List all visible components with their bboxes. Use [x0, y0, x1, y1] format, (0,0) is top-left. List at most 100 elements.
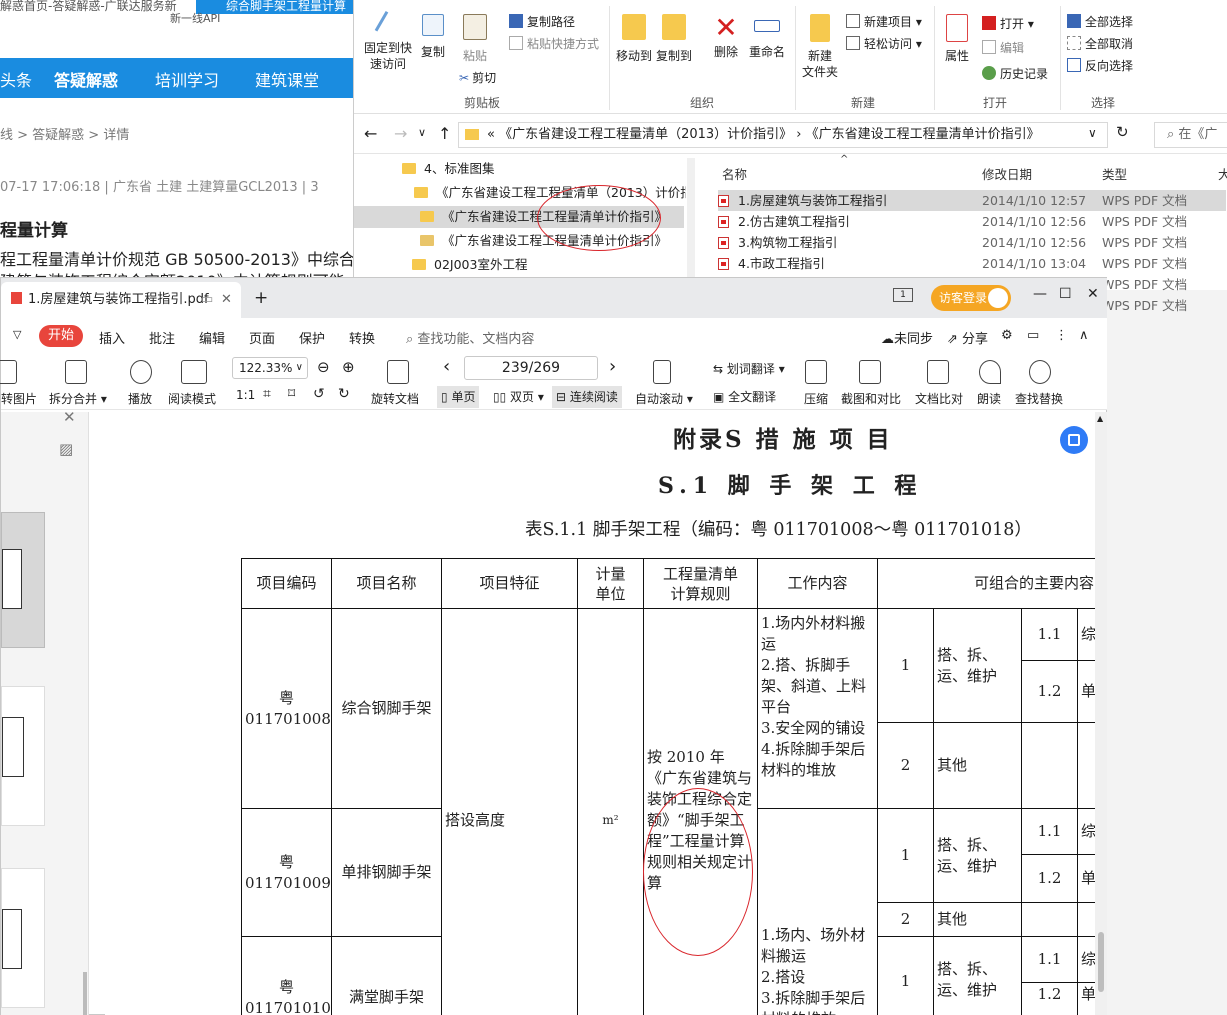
close-icon[interactable]: ✕ — [1087, 286, 1099, 302]
tree-item[interactable]: 4、标准图集 — [402, 158, 692, 180]
tree-scrollbar[interactable] — [687, 158, 695, 288]
file-row[interactable]: 2.仿古建筑工程指引 2014/1/10 12:56 WPS PDF 文档 — [718, 211, 1226, 232]
search-box[interactable]: ⌕ 在《广 — [1154, 122, 1227, 148]
play-button[interactable]: 播放 — [128, 390, 152, 407]
maximize-icon[interactable]: ☐ — [1059, 286, 1072, 302]
menu-start[interactable]: 开始 — [39, 325, 83, 347]
new-tab-icon[interactable]: + — [254, 288, 268, 308]
read-mode-button[interactable]: 阅读模式 — [168, 390, 216, 407]
menu-page[interactable]: 页面 — [249, 328, 275, 347]
document-tab[interactable]: 1.房屋建筑与装饰工程指引.pdf ▭ ✕ — [1, 282, 241, 318]
copy-button[interactable]: 复制 — [418, 14, 448, 60]
sidebar-scrollbar[interactable] — [83, 972, 87, 1015]
move-to-button[interactable]: 移动到 — [616, 14, 652, 64]
doc-compare-button[interactable]: 文档比对 — [915, 390, 963, 407]
history-button[interactable]: 历史记录 — [982, 66, 1048, 82]
actual-size-icon[interactable]: 1:1 — [236, 388, 255, 402]
menu-collapse-icon[interactable]: ▽ — [13, 328, 21, 341]
settings-icon[interactable]: ⚙ — [1001, 328, 1013, 343]
zoom-select[interactable]: 122.33% ∨ — [232, 357, 308, 379]
tab-close-icon[interactable]: ✕ — [221, 282, 232, 318]
copy-path-button[interactable]: 复制路径 — [509, 14, 575, 30]
column-type[interactable]: 类型 — [1102, 164, 1127, 183]
prev-page-icon[interactable]: ‹ — [443, 356, 450, 377]
zoom-out-icon[interactable]: ⊖ — [317, 358, 330, 376]
refresh-icon[interactable]: ↻ — [1116, 123, 1129, 141]
menu-edit[interactable]: 编辑 — [199, 328, 225, 347]
to-image-button[interactable]: 转图片 — [1, 390, 37, 407]
word-translate-button[interactable]: ⇆ 划词翻译 ▾ — [713, 360, 785, 377]
split-merge-button[interactable]: 拆分合并 ▾ — [49, 390, 107, 407]
copy-to-button[interactable]: 复制到 — [656, 14, 692, 64]
open-button[interactable]: 打开 ▾ — [982, 16, 1034, 32]
column-name[interactable]: 名称 — [722, 164, 747, 183]
rotate-left-icon[interactable]: ↺ — [313, 386, 325, 402]
nav-training[interactable]: 培训学习 — [155, 67, 219, 91]
paste-button[interactable]: 粘贴 — [458, 14, 492, 64]
compress-button[interactable]: 压缩 — [804, 390, 828, 407]
browser-tab-1[interactable]: 解惑首页-答疑解惑-广联达服务新 — [0, 0, 190, 14]
full-translate-button[interactable]: ▣ 全文翻译 — [713, 388, 776, 405]
menu-annotate[interactable]: 批注 — [149, 328, 175, 347]
share-button[interactable]: ⇗ 分享 — [947, 328, 988, 347]
rotate-right-icon[interactable]: ↻ — [338, 386, 350, 402]
next-page-icon[interactable]: › — [609, 356, 616, 377]
rename-button[interactable]: 重命名 — [747, 14, 787, 60]
paste-shortcut-button[interactable]: 粘贴快捷方式 — [509, 36, 599, 52]
page-number-input[interactable]: 239/269 — [464, 356, 598, 380]
double-page-button[interactable]: ▯▯ 双页 ▾ — [489, 386, 548, 408]
read-aloud-button[interactable]: 朗读 — [977, 390, 1001, 407]
address-bar[interactable]: « 《广东省建设工程工程量清单（2013）计价指引》 › 《广东省建设工程工程量… — [458, 122, 1108, 148]
file-row[interactable]: 3.构筑物工程指引 2014/1/10 12:56 WPS PDF 文档 — [718, 232, 1226, 253]
page-thumbnail[interactable] — [1, 686, 45, 826]
new-folder-button[interactable]: 新建 文件夹 — [800, 14, 840, 80]
visitor-login-button[interactable]: 访客登录 — [931, 285, 1011, 311]
image-icon[interactable]: ▨ — [59, 440, 73, 458]
find-replace-button[interactable]: 查找替换 — [1015, 390, 1063, 407]
zoom-in-icon[interactable]: ⊕ — [342, 358, 355, 376]
page-thumbnail[interactable] — [1, 868, 45, 1008]
window-layout-icon[interactable]: 1 — [893, 288, 913, 302]
sync-status[interactable]: ☁未同步 — [881, 328, 933, 347]
file-row[interactable]: 1.房屋建筑与装饰工程指引 2014/1/10 12:57 WPS PDF 文档 — [718, 190, 1226, 211]
menu-protect[interactable]: 保护 — [299, 328, 325, 347]
properties-button[interactable]: 属性 — [940, 14, 974, 64]
tree-item[interactable]: 02J003室外工程 — [412, 254, 686, 276]
collapse-ribbon-icon[interactable]: ∧ — [1079, 328, 1089, 343]
recent-chevron-icon[interactable]: ∨ — [418, 126, 426, 139]
fit-width-icon[interactable]: ⌑ — [288, 386, 295, 402]
fit-page-icon[interactable]: ⌗ — [263, 386, 271, 402]
new-item-button[interactable]: 新建项目 ▾ — [846, 14, 922, 30]
nav-qa[interactable]: 答疑解惑 — [54, 67, 118, 91]
menu-insert[interactable]: 插入 — [99, 328, 125, 347]
up-arrow-icon[interactable]: ↑ — [438, 124, 451, 143]
address-dropdown-icon[interactable]: ∨ — [1088, 126, 1097, 140]
nav-headlines[interactable]: 头条 — [0, 67, 32, 91]
screenshot-compare-button[interactable]: 截图和对比 — [841, 390, 901, 407]
file-row[interactable]: 4.市政工程指引 2014/1/10 13:04 WPS PDF 文档 — [718, 253, 1226, 274]
rotate-doc-button[interactable]: 旋转文档 — [371, 390, 419, 407]
edit-button[interactable]: 编辑 — [982, 40, 1024, 56]
easy-access-button[interactable]: 轻松访问 ▾ — [846, 36, 922, 52]
invert-selection-button[interactable]: 反向选择 — [1067, 58, 1133, 74]
select-all-button[interactable]: 全部选择 — [1067, 14, 1133, 30]
single-page-button[interactable]: ▯ 单页 — [437, 386, 480, 408]
cut-button[interactable]: ✂ 剪切 — [459, 70, 496, 86]
menu-convert[interactable]: 转换 — [349, 328, 375, 347]
scroll-thumb[interactable] — [1098, 932, 1104, 992]
column-date[interactable]: 修改日期 — [982, 164, 1032, 183]
delete-button[interactable]: ✕ 删除 — [710, 14, 742, 60]
document-scrollbar[interactable]: ▲ — [1095, 412, 1107, 1015]
back-arrow-icon[interactable]: ← — [364, 124, 377, 143]
pin-quick-access-button[interactable]: 固定到快速访问 — [360, 10, 416, 72]
minimize-icon[interactable]: — — [1033, 286, 1047, 302]
column-size[interactable]: 大 — [1218, 164, 1227, 183]
floating-tools-button[interactable] — [1060, 426, 1088, 454]
tab-pin-icon[interactable]: ▭ — [201, 282, 213, 318]
function-search[interactable]: ⌕ 查找功能、文档内容 — [406, 328, 534, 347]
continuous-read-button[interactable]: ⊟ 连续阅读 — [552, 386, 622, 408]
more-icon[interactable]: ⋮ — [1055, 328, 1068, 343]
scroll-up-icon[interactable]: ▲ — [1097, 414, 1103, 423]
nav-classroom[interactable]: 建筑课堂 — [255, 67, 319, 91]
select-none-button[interactable]: 全部取消 — [1067, 36, 1133, 52]
